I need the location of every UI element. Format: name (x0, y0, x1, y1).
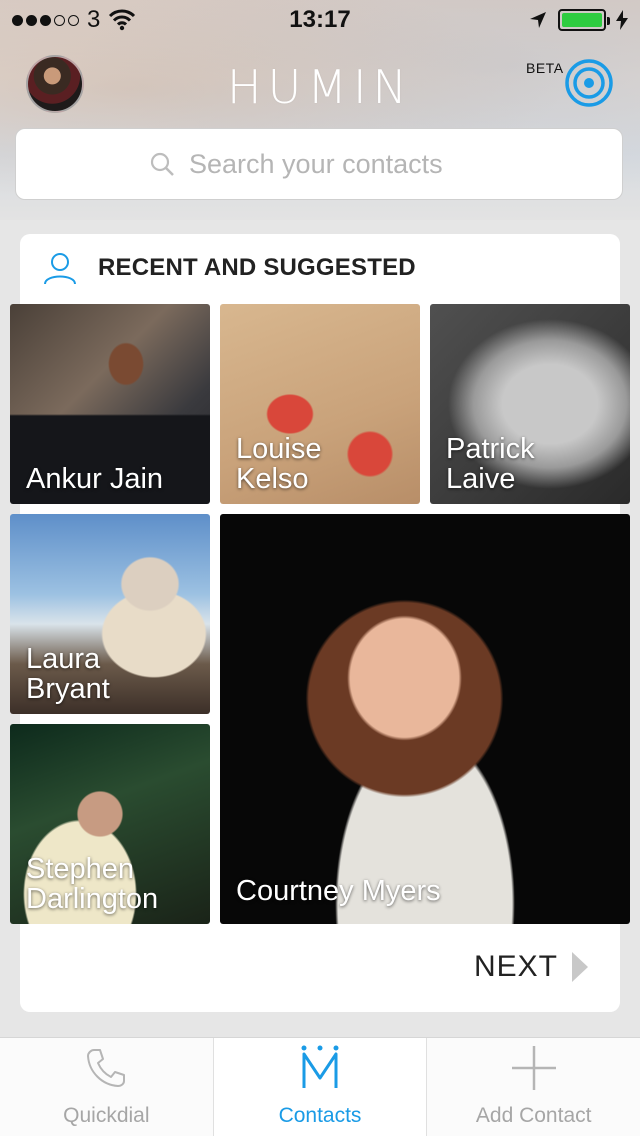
carrier-label: 3 (87, 6, 101, 33)
battery-icon (558, 9, 610, 31)
tab-add-contact[interactable]: Add Contact (427, 1038, 640, 1136)
contact-name: Ankur Jain (26, 463, 164, 495)
contact-name: Louise Kelso (236, 433, 322, 495)
beta-label: BETA (526, 60, 564, 76)
tab-label: Add Contact (475, 1104, 592, 1127)
next-button[interactable]: NEXT (474, 950, 589, 984)
wifi-icon (109, 9, 136, 31)
tab-bar: Quickdial Contacts Add Contact (0, 1037, 640, 1136)
search-bar[interactable] (15, 128, 623, 200)
card-title: RECENT AND SUGGESTED (98, 254, 416, 281)
humin-m-icon (301, 1045, 339, 1088)
contact-name: Patrick Laive (446, 433, 535, 495)
charging-bolt-icon (616, 10, 628, 30)
contact-name: Courtney Myers (236, 875, 441, 907)
status-left: 3 (12, 6, 136, 34)
contact-tile[interactable]: Patrick Laive (430, 304, 630, 504)
tab-label: Quickdial (63, 1104, 150, 1127)
card-header: RECENT AND SUGGESTED (42, 250, 416, 286)
search-input[interactable] (189, 148, 489, 180)
status-right (528, 9, 628, 31)
contact-name: Laura Bryant (26, 643, 110, 705)
app-header: HUMIN BETA (0, 40, 640, 130)
contact-name: Stephen Darlington (26, 853, 159, 915)
contact-tile[interactable]: Louise Kelso (220, 304, 420, 504)
search-icon (150, 152, 174, 176)
next-label: NEXT (474, 950, 559, 983)
contact-tile[interactable]: Laura Bryant (10, 514, 210, 714)
tab-label: Contacts (278, 1104, 362, 1127)
tab-quickdial[interactable]: Quickdial (0, 1038, 214, 1136)
beta-target-icon[interactable] (564, 58, 614, 108)
contact-tile-large[interactable]: Courtney Myers (220, 514, 630, 924)
phone-icon (87, 1049, 126, 1087)
person-icon (44, 253, 76, 285)
location-arrow-icon (530, 12, 546, 28)
chevron-right-icon (572, 952, 589, 982)
contact-tile[interactable]: Ankur Jain (10, 304, 210, 504)
signal-strength-icon (12, 14, 79, 26)
contact-tile[interactable]: Stephen Darlington (10, 724, 210, 924)
status-bar: 3 13:17 (0, 0, 640, 40)
tab-contacts[interactable]: Contacts (213, 1038, 428, 1136)
plus-icon (511, 1046, 556, 1090)
